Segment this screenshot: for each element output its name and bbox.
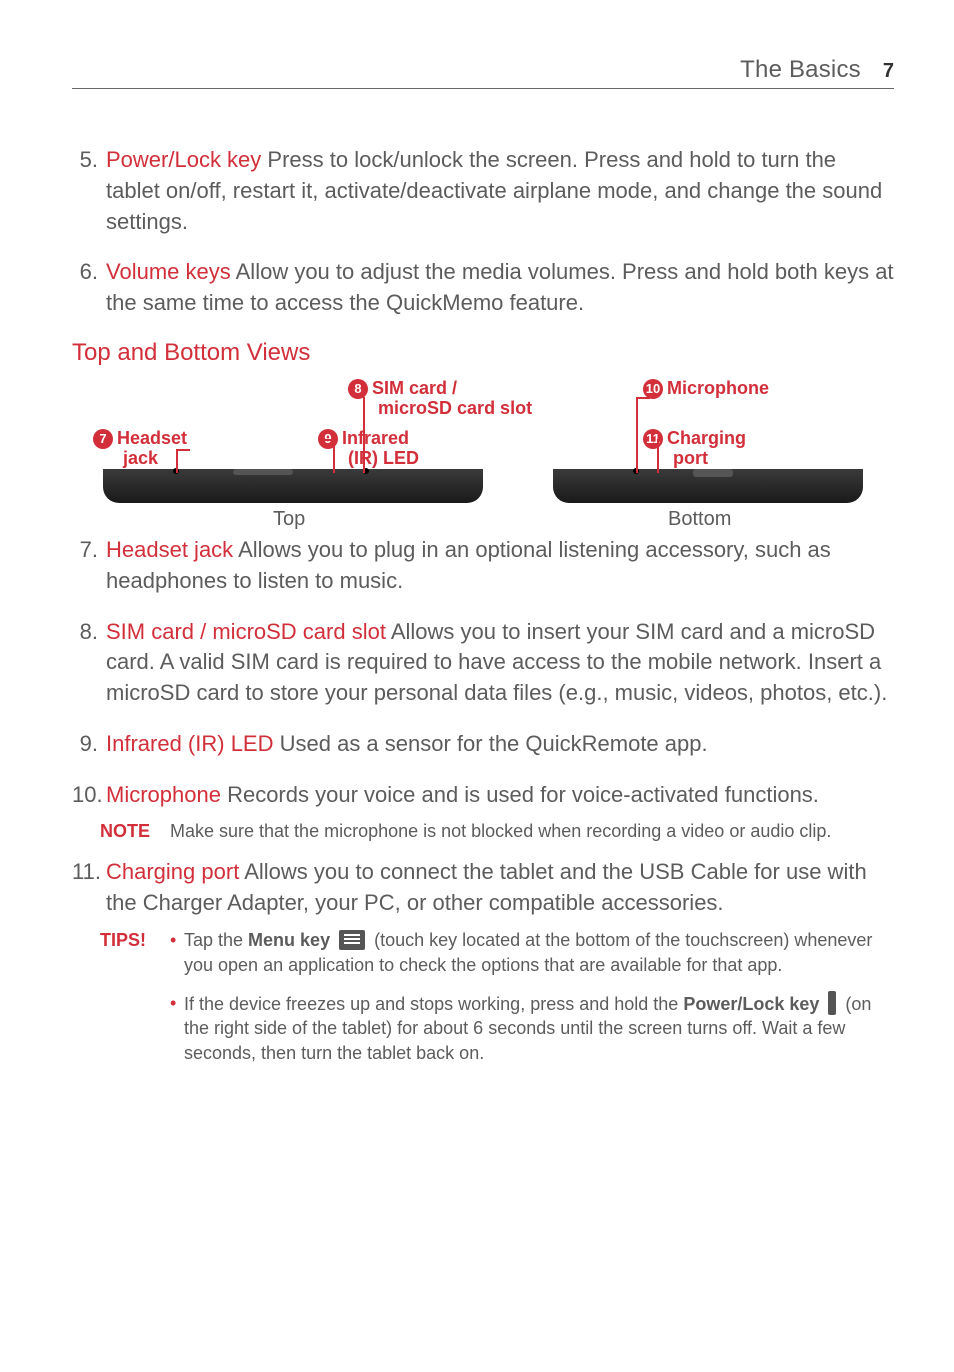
callout-label: port	[673, 448, 708, 468]
item-number: 10.	[72, 780, 106, 811]
callout-sim-slot: 8SIM card / microSD card slot	[348, 379, 532, 419]
tip-text: Tap the	[184, 930, 248, 950]
badge-7-icon: 7	[93, 429, 113, 449]
term-sim-slot: SIM card / microSD card slot	[106, 619, 386, 644]
list-item: 6. Volume keys Allow you to adjust the m…	[72, 257, 894, 319]
callout-label: (IR) LED	[348, 448, 419, 468]
item-number: 8.	[72, 617, 106, 709]
list-item: 7. Headset jack Allows you to plug in an…	[72, 535, 894, 597]
callout-label: SIM card /	[372, 378, 457, 398]
list-item: 11. Charging port Allows you to connect …	[72, 857, 894, 919]
power-lock-key-icon	[828, 991, 836, 1015]
callout-headset-jack: 7Headset jack	[93, 429, 187, 469]
badge-8-icon: 8	[348, 379, 368, 399]
item-number: 7.	[72, 535, 106, 597]
leader-line	[333, 439, 335, 473]
tip-text: If the device freezes up and stops worki…	[184, 994, 683, 1014]
menu-key-icon	[339, 930, 365, 950]
tips-block: TIPS! Tap the Menu key (touch key locate…	[100, 928, 894, 1078]
sim-slot-icon	[233, 469, 293, 475]
leader-line	[636, 397, 638, 473]
callout-label: Microphone	[667, 378, 769, 398]
leader-line	[636, 397, 650, 399]
tip-item: If the device freezes up and stops worki…	[170, 991, 894, 1065]
leader-line	[176, 449, 190, 451]
list-item: 5. Power/Lock key Press to lock/unlock t…	[72, 145, 894, 237]
charging-port-icon	[693, 469, 733, 477]
tip-item: Tap the Menu key (touch key located at t…	[170, 928, 894, 977]
item-number: 11.	[72, 857, 106, 919]
page-header: The Basics 7	[72, 56, 894, 89]
note-text: Make sure that the microphone is not blo…	[170, 819, 831, 843]
page-number: 7	[883, 60, 894, 83]
diagram-caption-top: Top	[273, 508, 305, 531]
list-item: 10. Microphone Records your voice and is…	[72, 780, 894, 811]
badge-11-icon: 11	[643, 429, 663, 449]
item-text: Records your voice and is used for voice…	[221, 782, 819, 807]
leader-line	[321, 439, 333, 441]
item-number: 9.	[72, 729, 106, 760]
term-ir-led: Infrared (IR) LED	[106, 731, 274, 756]
term-headset-jack: Headset jack	[106, 537, 233, 562]
callout-microphone: 10Microphone	[643, 379, 769, 399]
term-charging-port: Charging port	[106, 859, 239, 884]
callout-label: Infrared	[342, 428, 409, 448]
callout-label: microSD card slot	[378, 398, 532, 418]
device-top-edge	[103, 469, 483, 503]
item-number: 5.	[72, 145, 106, 237]
leader-line	[176, 449, 178, 473]
term-power-lock-key: Power/Lock key	[106, 147, 261, 172]
list-item: 9. Infrared (IR) LED Used as a sensor fo…	[72, 729, 894, 760]
section-title: The Basics	[740, 56, 861, 84]
note-label: NOTE	[100, 819, 170, 843]
item-text: Used as a sensor for the QuickRemote app…	[274, 731, 708, 756]
tip-keyword-power-lock-key: Power/Lock key	[683, 994, 819, 1014]
callout-label: Headset	[117, 428, 187, 448]
subheading-top-bottom-views: Top and Bottom Views	[72, 339, 894, 367]
leader-line	[657, 439, 659, 473]
top-bottom-diagram: 7Headset jack 8SIM card / microSD card s…	[73, 379, 893, 529]
tips-label: TIPS!	[100, 928, 170, 1078]
badge-10-icon: 10	[643, 379, 663, 399]
item-number: 6.	[72, 257, 106, 319]
term-microphone: Microphone	[106, 782, 221, 807]
callout-label: jack	[123, 448, 158, 468]
callout-label: Charging	[667, 428, 746, 448]
term-volume-keys: Volume keys	[106, 259, 231, 284]
list-item: 8. SIM card / microSD card slot Allows y…	[72, 617, 894, 709]
diagram-caption-bottom: Bottom	[668, 508, 731, 531]
tip-keyword-menu-key: Menu key	[248, 930, 330, 950]
note-block: NOTE Make sure that the microphone is no…	[100, 819, 894, 843]
